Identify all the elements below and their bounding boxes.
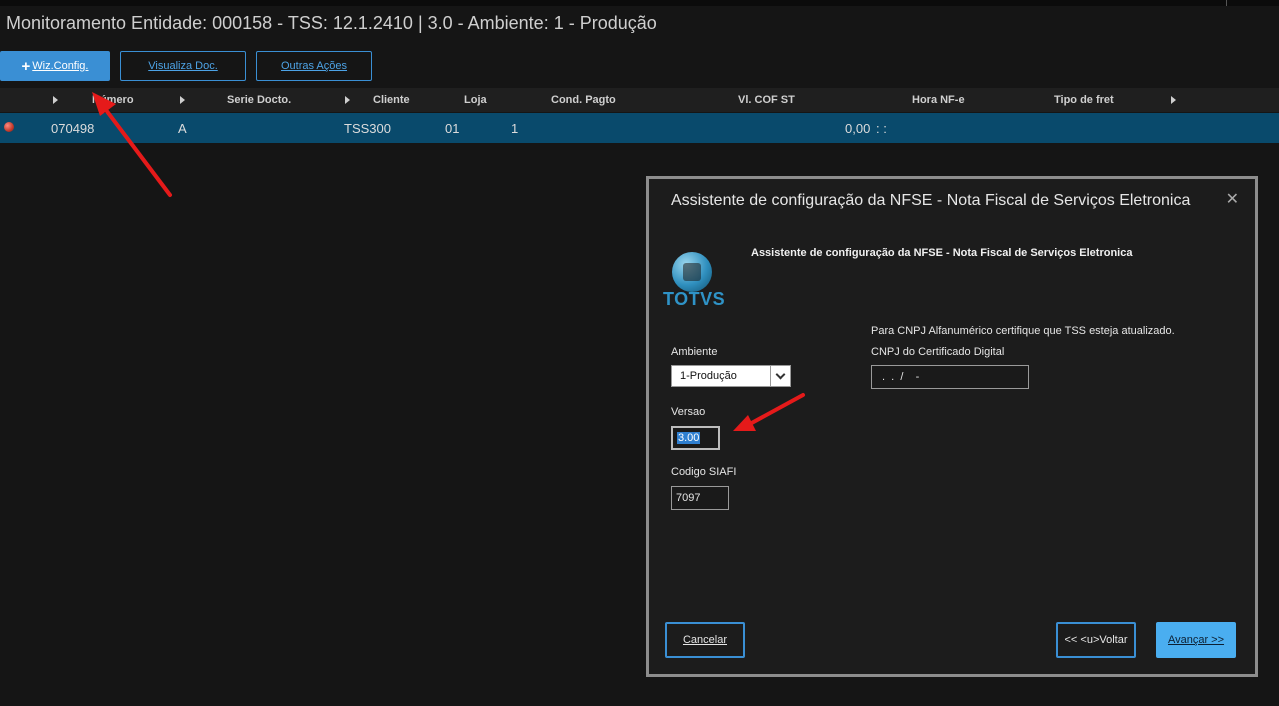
column-sort-arrow-icon[interactable] [1171,96,1176,104]
cell-numero: 070498 [51,121,95,136]
codigo-siafi-value: 7097 [676,492,701,504]
col-vl-cof-st[interactable]: Vl. COF ST [738,94,795,106]
close-icon[interactable]: ✕ [1226,189,1239,209]
outras-acoes-button[interactable]: Outras Ações [256,51,372,81]
col-numero[interactable]: Número [92,94,134,106]
dialog-title: Assistente de configuração da NFSE - Not… [671,192,1191,209]
col-tipo-frete[interactable]: Tipo de fret [1054,94,1114,106]
next-button[interactable]: Avançar >> [1156,622,1236,658]
back-button[interactable]: << <u>Voltar [1056,622,1136,658]
ambiente-label: Ambiente [671,346,718,358]
wiz-config-button[interactable]: + Wiz.Config. [0,51,110,81]
cell-cliente: TSS300 [344,121,391,136]
cell-cond-pagto: 1 [511,121,519,136]
versao-label: Versao [671,406,706,418]
visualiza-doc-button[interactable]: Visualiza Doc. [120,51,246,81]
status-indicator-icon [4,122,14,132]
wiz-config-label: Wiz.Config. [32,60,89,72]
chevron-down-icon[interactable] [770,366,790,386]
top-strip [0,0,1279,6]
ambiente-select[interactable]: 1-Produção [671,365,791,387]
column-sort-arrow-icon[interactable] [345,96,350,104]
col-cond-pagto[interactable]: Cond. Pagto [551,94,616,106]
cnpj-label: CNPJ do Certificado Digital [871,346,1005,358]
dialog-subtitle: Assistente de configuração da NFSE - Not… [751,247,1133,259]
cell-vl-cof-st: 0,00 [845,121,871,136]
cell-loja: 01 [445,121,460,136]
versao-value: 3.00 [677,432,701,444]
col-loja[interactable]: Loja [464,94,487,106]
totvs-logo-text: TOTVS [663,289,726,309]
codigo-siafi-field[interactable]: 7097 [671,486,729,510]
cnpj-value: . . / - [882,371,920,383]
wizard-dialog: Assistente de configuração da NFSE - Not… [646,176,1258,677]
table-row[interactable]: 070498 A TSS300 01 1 0,00 : : [0,113,1279,143]
col-hora-nfe[interactable]: Hora NF-e [912,94,965,106]
column-sort-arrow-icon[interactable] [180,96,185,104]
cell-serie: A [178,121,187,136]
cancel-button[interactable]: Cancelar [665,622,745,658]
column-sort-arrow-icon[interactable] [53,96,58,104]
codigo-siafi-label: Codigo SIAFI [671,466,737,478]
cnpj-field[interactable]: . . / - [871,365,1029,389]
grid-header: Número Serie Docto. Cliente Loja Cond. P… [0,88,1279,112]
col-cliente[interactable]: Cliente [373,94,410,106]
cnpj-note: Para CNPJ Alfanumérico certifique que TS… [871,325,1175,337]
cell-hora-nfe: : : [876,121,887,136]
ambiente-value: 1-Produção [680,370,737,382]
versao-field[interactable]: 3.00 [671,426,720,450]
page-title: Monitoramento Entidade: 000158 - TSS: 12… [6,13,657,33]
strip-marker [1226,0,1227,6]
col-serie-docto[interactable]: Serie Docto. [227,94,291,106]
totvs-logo-icon [672,252,712,292]
plus-icon: + [21,57,31,75]
